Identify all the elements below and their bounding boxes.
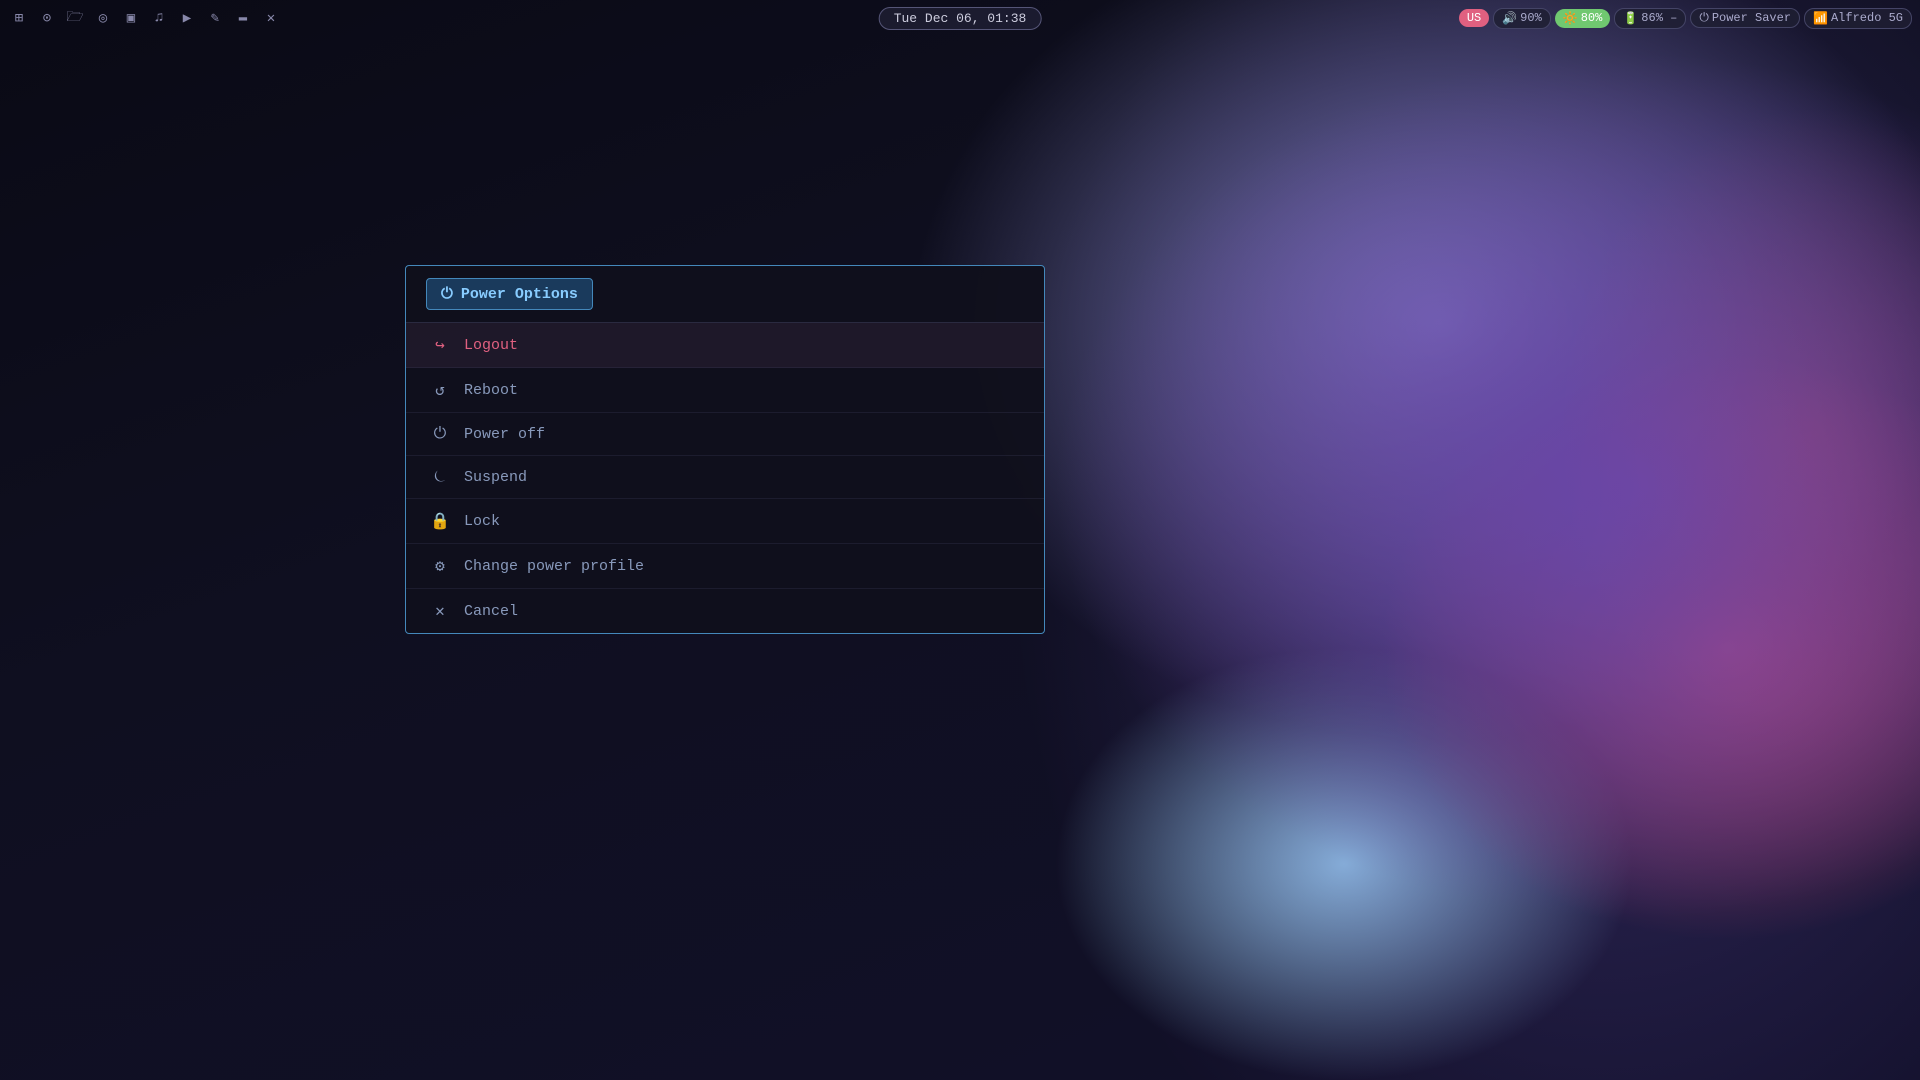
volume-badge[interactable]: 🔊 90% [1493, 8, 1551, 29]
keyboard-badge[interactable]: US [1459, 9, 1489, 27]
grid-icon[interactable]: ⊞ [8, 7, 30, 29]
volume-label: 90% [1520, 11, 1542, 25]
suspend-label: Suspend [464, 469, 527, 486]
power-icon: ⏻ [441, 285, 453, 303]
power-profile-label: Change power profile [464, 558, 644, 575]
logout-button[interactable]: ↪ Logout [406, 323, 1044, 368]
power-options-dialog: ⏻ Power Options ↪ Logout ↺ Reboot ⏻ Powe… [405, 265, 1045, 634]
battery-label: 86% – [1641, 11, 1677, 25]
change-power-profile-button[interactable]: ⚙ Change power profile [406, 544, 1044, 589]
cancel-icon: ✕ [430, 601, 450, 621]
power-mode-label: Power Saver [1712, 11, 1791, 25]
music-icon[interactable]: ♫ [148, 7, 170, 29]
brightness-icon: 🔆 [1563, 11, 1578, 26]
power-saver-icon: ⏻ [1699, 11, 1709, 25]
edit-icon[interactable]: ✎ [204, 7, 226, 29]
wifi-label: Alfredo 5G [1831, 11, 1903, 25]
volume-icon: 🔊 [1502, 11, 1517, 26]
logout-label: Logout [464, 337, 518, 354]
reboot-button[interactable]: ↺ Reboot [406, 368, 1044, 413]
power-profile-icon: ⚙ [430, 556, 450, 576]
keyboard-label: US [1467, 11, 1481, 25]
reboot-icon: ↺ [430, 380, 450, 400]
wifi-badge[interactable]: 📶 Alfredo 5G [1804, 8, 1912, 29]
poweroff-icon: ⏻ [430, 425, 450, 443]
lock-button[interactable]: 🔒 Lock [406, 499, 1044, 544]
folder-icon[interactable]: 🗁 [64, 7, 86, 29]
wifi-icon: 📶 [1813, 11, 1828, 26]
cancel-button[interactable]: ✕ Cancel [406, 589, 1044, 633]
reboot-label: Reboot [464, 382, 518, 399]
clock-area: Tue Dec 06, 01:38 [879, 9, 1042, 27]
topbar-app-icons: ⊞ ⊙ 🗁 ◎ ▣ ♫ ▶ ✎ ▬ ✕ [8, 7, 282, 29]
brightness-label: 80% [1581, 11, 1603, 25]
x-icon[interactable]: ✕ [260, 7, 282, 29]
suspend-button[interactable]: ⏾ Suspend [406, 456, 1044, 499]
battery-badge[interactable]: 🔋 86% – [1614, 8, 1686, 29]
brightness-badge[interactable]: 🔆 80% [1555, 9, 1611, 28]
dialog-title-text: Power Options [461, 286, 578, 303]
cancel-label: Cancel [464, 603, 518, 620]
logout-icon: ↪ [430, 335, 450, 355]
clock-display: Tue Dec 06, 01:38 [879, 7, 1042, 30]
topbar: ⊞ ⊙ 🗁 ◎ ▣ ♫ ▶ ✎ ▬ ✕ Tue Dec 06, 01:38 US… [0, 0, 1920, 36]
lock-label: Lock [464, 513, 500, 530]
lock-icon: 🔒 [430, 511, 450, 531]
video-icon[interactable]: ▶ [176, 7, 198, 29]
poweroff-label: Power off [464, 426, 545, 443]
notes-icon[interactable]: ▬ [232, 7, 254, 29]
battery-icon: 🔋 [1623, 11, 1638, 26]
arch-icon[interactable]: ⊙ [36, 7, 58, 29]
suspend-icon: ⏾ [430, 468, 450, 486]
chat-icon[interactable]: ▣ [120, 7, 142, 29]
power-mode-badge[interactable]: ⏻ Power Saver [1690, 8, 1800, 28]
status-area: US 🔊 90% 🔆 80% 🔋 86% – ⏻ Power Saver 📶 A… [1459, 8, 1912, 29]
firefox-icon[interactable]: ◎ [92, 7, 114, 29]
dialog-title-bar: ⏻ Power Options [406, 266, 1044, 323]
dialog-title: ⏻ Power Options [426, 278, 593, 310]
poweroff-button[interactable]: ⏻ Power off [406, 413, 1044, 456]
